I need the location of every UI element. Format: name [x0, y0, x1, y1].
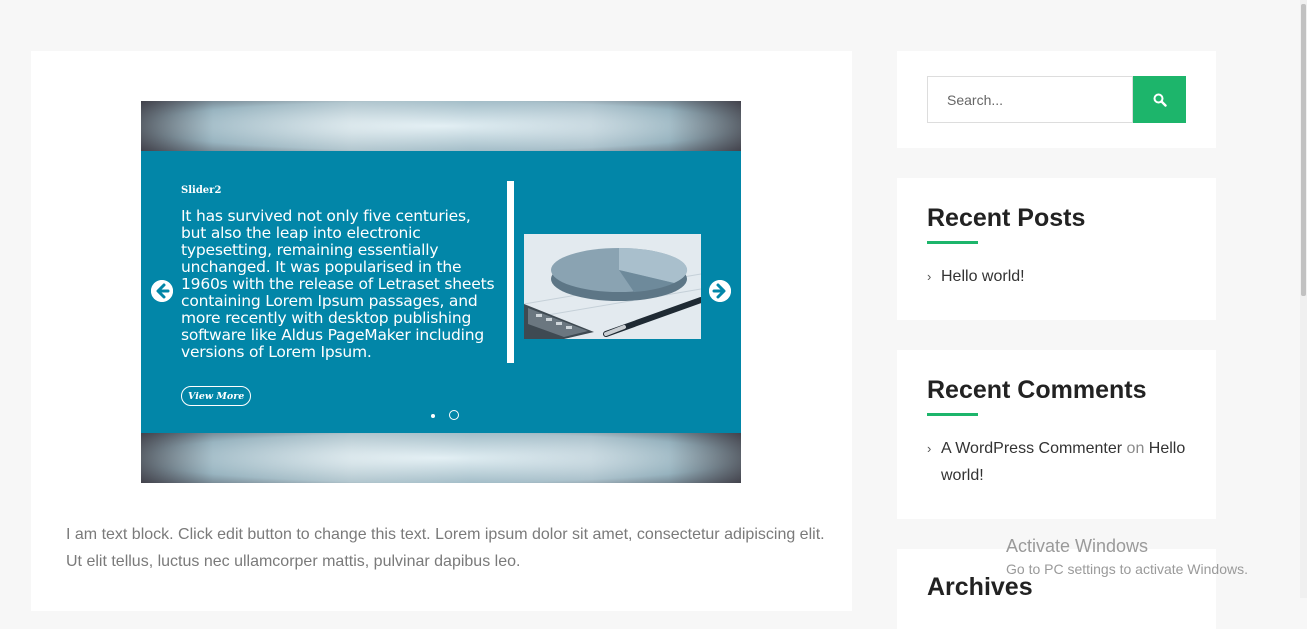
scrollbar-thumb[interactable] [1301, 4, 1306, 296]
slider-blurred-background-top [141, 101, 741, 151]
chevron-right-icon: › [927, 441, 932, 456]
slide-divider [507, 181, 514, 363]
slide-body-text: It has survived not only five centuries,… [181, 207, 495, 361]
recent-posts-title: Recent Posts [927, 204, 1086, 232]
post-link-hello-world[interactable]: Hello world! [941, 268, 1025, 285]
text-block: I am text block. Click edit button to ch… [66, 526, 825, 570]
slide-image [524, 234, 701, 339]
slider-next-button[interactable] [709, 280, 731, 302]
pie-chart-calculator-illustration [524, 234, 701, 339]
recent-posts-widget: Recent Posts › Hello world! [897, 178, 1216, 320]
windows-activation-subtitle: Go to PC settings to activate Windows. [1006, 561, 1248, 577]
search-button[interactable] [1133, 76, 1186, 123]
slider-blurred-background-bottom [141, 433, 741, 483]
search-widget [897, 51, 1216, 148]
scrollbar[interactable] [1300, 0, 1307, 598]
slider-dot-1[interactable] [431, 414, 435, 418]
slide-kicker: Slider2 [181, 185, 222, 196]
search-icon [1153, 93, 1167, 107]
slider-prev-button[interactable] [151, 280, 173, 302]
arrow-left-circle-icon [151, 280, 173, 302]
comment-connector: on [1126, 440, 1145, 457]
arrow-right-circle-icon [709, 280, 731, 302]
comment-author-link[interactable]: A WordPress Commenter [941, 440, 1122, 457]
image-slider: Slider2 It has survived not only five ce… [141, 101, 741, 483]
slide-panel: Slider2 It has survived not only five ce… [141, 151, 741, 433]
slider-dot-2[interactable] [449, 410, 459, 420]
title-underline [927, 241, 978, 244]
title-underline [927, 413, 978, 416]
view-more-button[interactable]: View More [181, 386, 252, 406]
chevron-right-icon: › [927, 269, 932, 284]
recent-comments-title: Recent Comments [927, 376, 1147, 404]
main-content-card: Slider2 It has survived not only five ce… [31, 51, 852, 611]
search-input[interactable] [927, 76, 1133, 123]
recent-comments-widget: Recent Comments › A WordPress Commenter … [897, 350, 1216, 519]
windows-activation-title: Activate Windows [1006, 536, 1149, 556]
